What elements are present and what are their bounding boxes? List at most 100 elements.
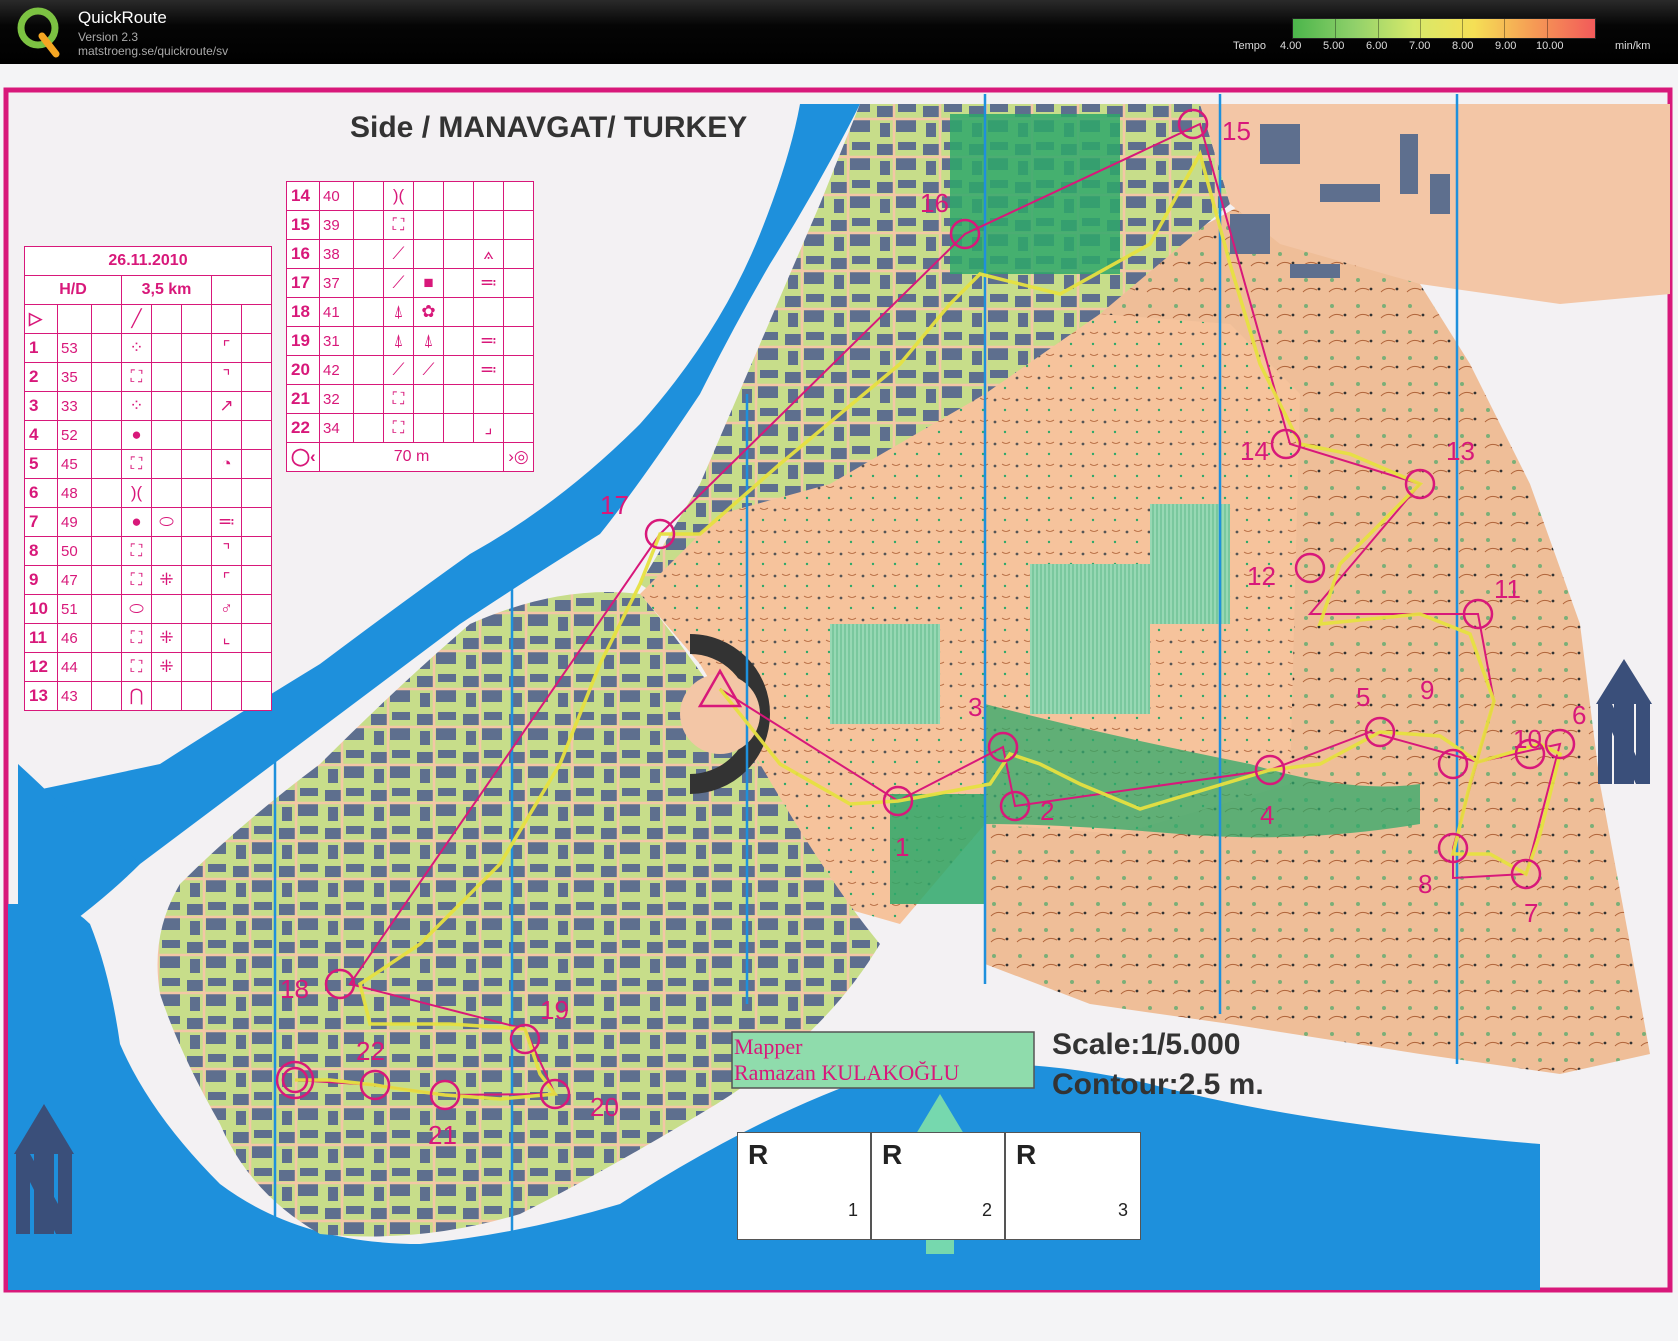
ruin-icon: ⛶ <box>121 362 152 392</box>
tempo-tick: 6.00 <box>1366 40 1388 52</box>
tempo-unit: min/km <box>1615 40 1651 52</box>
control-label: 11 <box>1494 574 1521 604</box>
map-title: Side / MANAVGAT/ TURKEY <box>350 111 747 144</box>
boulder-icon: ● <box>121 507 152 537</box>
r-box-3: R 3 <box>1005 1132 1141 1240</box>
control-row: 14 40)( <box>286 181 534 211</box>
map-scale: Scale:1/5.000 <box>1052 1028 1240 1061</box>
control-label: 8 <box>1418 869 1432 899</box>
undergrowth <box>1150 504 1230 624</box>
app-version: Version 2.3 <box>78 30 139 44</box>
control-label: 12 <box>1247 561 1276 591</box>
ruin-icon: ⛶ <box>121 449 152 479</box>
quickroute-toolbar: QuickRoute Version 2.3 matstroeng.se/qui… <box>0 0 1678 64</box>
tree-icon: ⍋ <box>413 326 444 356</box>
control-row: 13 43 ⋂ <box>24 681 272 711</box>
wall-icon: ⟋ <box>383 239 414 269</box>
control-label: 19 <box>540 995 569 1025</box>
tempo-tick: 4.00 <box>1280 40 1302 52</box>
control-label: 20 <box>590 1092 619 1122</box>
wall-icon: ⟋ <box>383 355 414 385</box>
tempo-tick: 5.00 <box>1323 40 1345 52</box>
boulder-icon: ● <box>121 420 152 450</box>
control-label: 9 <box>1420 675 1434 705</box>
app-name: QuickRoute <box>78 8 167 27</box>
start-triangle-icon: ▷ <box>24 304 58 334</box>
control-label: 18 <box>280 974 309 1004</box>
control-row: 10 51 ⬭ ♂ <box>24 594 272 624</box>
control-label: 1 <box>895 832 909 862</box>
ruin-icon: ⛶ <box>383 384 414 414</box>
tempo-tick: 7.00 <box>1409 40 1431 52</box>
contour-interval: Contour:2.5 m. <box>1052 1068 1264 1101</box>
control-label: 5 <box>1356 682 1370 712</box>
control-label: 21 <box>428 1120 457 1150</box>
control-row: 3 33 ⁘ ↗ <box>24 391 272 421</box>
course-class: H/D <box>24 275 122 305</box>
control-row: 16 38 ⟋ ⟑ <box>286 239 534 269</box>
control-row: 12 44 ⛶ ⁜ <box>24 652 272 682</box>
tempo-tick: 8.00 <box>1452 40 1474 52</box>
ruin-icon: ⛶ <box>383 413 414 443</box>
control-label: 4 <box>1260 800 1274 830</box>
control-label: 3 <box>968 692 982 722</box>
control-row: 15 39 ⛶ <box>286 210 534 240</box>
control-row: 18 41 ⍋ ✿ <box>286 297 534 327</box>
control-label: 17 <box>600 490 629 520</box>
knoll-icon: ⁘ <box>121 333 152 363</box>
r-box-1: R 1 <box>737 1132 871 1240</box>
finish-start-icon: ◯‹ <box>286 442 320 472</box>
control-row: 9 47 ⛶ ⁜ ⌜ <box>24 565 272 595</box>
control-row: 1 53 ⁘ ⌜ <box>24 333 272 363</box>
tempo-label: Tempo <box>1233 40 1267 52</box>
control-label: 16 <box>920 188 949 218</box>
control-label: 14 <box>1240 436 1269 466</box>
pit-icon: ⬭ <box>121 594 152 624</box>
mapper-name: Ramazan KULAKOĞLU <box>734 1060 960 1085</box>
control-row: 17 37 ⟋ ■ ≕ <box>286 268 534 298</box>
mapper-label: Mapper <box>734 1034 803 1059</box>
event-date: 26.11.2010 <box>24 246 272 276</box>
control-row: 21 32 ⛶ <box>286 384 534 414</box>
control-label: 10 <box>1513 724 1542 754</box>
thicket-icon: ⁜ <box>151 652 182 682</box>
passage-icon: )( <box>383 181 414 211</box>
thicket-icon: ⁜ <box>151 623 182 653</box>
control-label: 22 <box>356 1036 385 1066</box>
knoll-icon: ⁘ <box>121 391 152 421</box>
tree-icon: ⍋ <box>383 297 414 327</box>
control-label: 2 <box>1040 796 1054 826</box>
control-row: 5 45 ⛶ ◔ <box>24 449 272 479</box>
wall-icon: ⟋ <box>413 355 444 385</box>
control-row: 4 52 ● <box>24 420 272 450</box>
undergrowth <box>1030 564 1150 714</box>
finish-distance: 70 m <box>319 442 504 472</box>
quickroute-logo-icon <box>17 7 60 58</box>
ruin-icon: ⛶ <box>121 565 152 595</box>
control-row: 7 49 ● ⬭ ≕ <box>24 507 272 537</box>
ruin-icon: ⛶ <box>121 652 152 682</box>
tempo-tick: 10.00 <box>1536 40 1564 52</box>
tempo-color-scale <box>1292 18 1596 39</box>
control-row: 20 42 ⟋ ⟋ ≕ <box>286 355 534 385</box>
undergrowth <box>830 624 940 724</box>
r-box-2: R 2 <box>871 1132 1005 1240</box>
wall-icon: ⟋ <box>383 268 414 298</box>
ruin-icon: ⛶ <box>383 210 414 240</box>
forest <box>950 114 1120 274</box>
tree-icon: ⍋ <box>383 326 414 356</box>
control-row: 2 35 ⛶ ⌝ <box>24 362 272 392</box>
thicket-icon: ⁜ <box>151 565 182 595</box>
app-url[interactable]: matstroeng.se/quickroute/sv <box>78 44 228 58</box>
pit-icon: ⬭ <box>151 507 182 537</box>
control-row: 8 50 ⛶ ⌝ <box>24 536 272 566</box>
control-row: 6 48)( <box>24 478 272 508</box>
control-row: 11 46 ⛶ ⁜ ⌞ <box>24 623 272 653</box>
control-label: 6 <box>1572 700 1586 730</box>
control-description-table-left: 26.11.2010 H/D 3,5 km ▷ ╱ 1 53 ⁘ ⌜ 2 35 ⛶ ⌝ 33… <box>24 246 272 711</box>
hill-icon: ⋂ <box>121 681 152 711</box>
ruin-icon: ⛶ <box>121 536 152 566</box>
bush-icon: ✿ <box>413 297 444 327</box>
building-icon: ■ <box>413 268 444 298</box>
control-label: 13 <box>1446 436 1475 466</box>
